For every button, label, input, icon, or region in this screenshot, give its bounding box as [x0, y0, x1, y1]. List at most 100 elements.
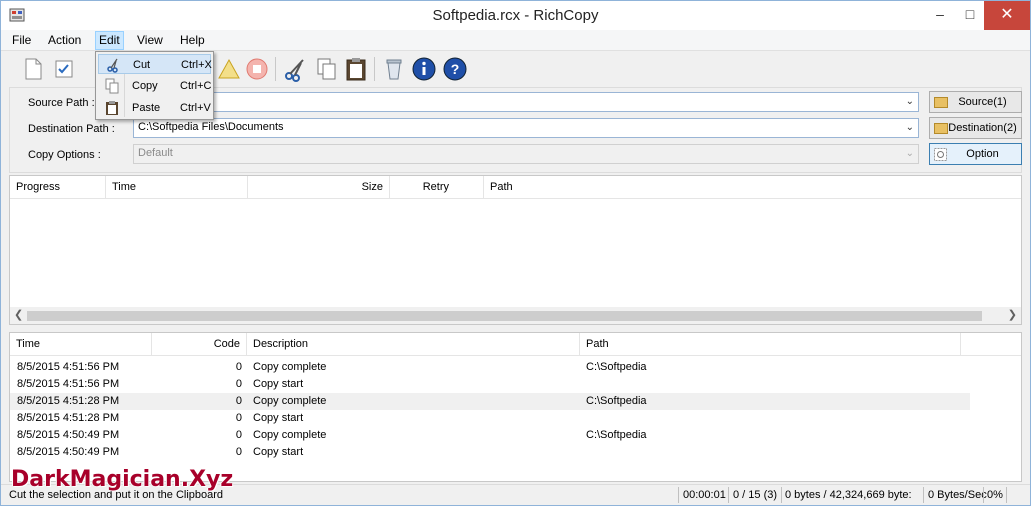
toolbar-separator — [275, 57, 276, 81]
menu-item-shortcut: Ctrl+V — [180, 102, 211, 114]
log-description: Copy complete — [253, 395, 327, 407]
folder-icon — [934, 123, 948, 134]
source-path-label: Source Path : — [28, 97, 95, 109]
table-row[interactable]: 8/5/2015 4:51:28 PM 0 Copy complete C:\Soft… — [10, 393, 970, 410]
help-icon[interactable]: ? — [441, 55, 469, 83]
table-row[interactable]: 8/5/2015 4:51:56 PM 0 Copy start — [10, 376, 970, 393]
log-code: 0 — [235, 361, 242, 373]
menu-bar: File Action Edit View Help — [1, 30, 1030, 51]
folder-icon — [934, 97, 948, 108]
log-time: 8/5/2015 4:50:49 PM — [17, 446, 120, 458]
status-divider — [678, 487, 679, 503]
menu-file[interactable]: File — [12, 33, 31, 47]
menu-action[interactable]: Action — [48, 33, 81, 47]
stop-icon[interactable] — [243, 55, 271, 83]
paste-icon — [106, 101, 118, 115]
source-path-combo[interactable]: ⌄ — [133, 92, 919, 112]
maximize-button[interactable]: □ — [955, 1, 985, 30]
paste-icon[interactable] — [342, 55, 370, 83]
destination-path-label: Destination Path : — [28, 123, 115, 135]
recycle-bin-icon[interactable] — [380, 55, 408, 83]
menu-item-paste[interactable]: Paste Ctrl+V — [98, 98, 211, 118]
copy-options-combo[interactable]: Default ⌄ — [133, 144, 919, 164]
log-code: 0 — [235, 446, 242, 458]
log-code: 0 — [235, 378, 242, 390]
warning-icon[interactable] — [215, 55, 243, 83]
cut-icon[interactable] — [281, 55, 309, 83]
column-header[interactable]: Progress — [10, 176, 106, 199]
menu-item-label: Paste — [132, 102, 161, 114]
menu-item-cut[interactable]: Cut Ctrl+X — [98, 54, 212, 74]
menu-item-shortcut: Ctrl+C — [180, 80, 212, 92]
log-time: 8/5/2015 4:51:56 PM — [17, 378, 120, 390]
scroll-left-icon[interactable]: ❮ — [14, 308, 23, 321]
log-description: Copy start — [253, 446, 304, 458]
status-percent: 0% — [987, 489, 1003, 501]
chevron-down-icon: ⌄ — [905, 148, 914, 159]
table-row[interactable]: 8/5/2015 4:51:56 PM 0 Copy complete C:\Soft… — [10, 359, 970, 376]
progress-list[interactable]: Progress Time Size Retry Path ❮ ❯ — [9, 175, 1022, 325]
open-file-icon[interactable] — [51, 55, 79, 83]
menu-edit[interactable]: Edit — [95, 31, 124, 50]
toolbar-separator — [374, 57, 375, 81]
menu-item-copy[interactable]: Copy Ctrl+C — [98, 76, 211, 96]
scroll-right-icon[interactable]: ❯ — [1008, 308, 1017, 321]
chevron-down-icon[interactable]: ⌄ — [906, 96, 914, 107]
log-code: 0 — [235, 395, 242, 407]
column-header[interactable]: Retry — [390, 176, 484, 199]
settings-icon — [934, 148, 947, 161]
status-elapsed: 00:00:01 — [683, 489, 726, 501]
status-rate: 0 Bytes/Sec — [928, 489, 987, 501]
source-button[interactable]: Source(1) — [929, 91, 1022, 113]
new-file-icon[interactable] — [19, 55, 47, 83]
close-button[interactable]: ✕ — [984, 1, 1030, 30]
log-time: 8/5/2015 4:51:28 PM — [17, 412, 120, 424]
option-button-label: Option — [966, 148, 999, 160]
log-time: 8/5/2015 4:51:56 PM — [17, 361, 120, 373]
log-time: 8/5/2015 4:50:49 PM — [17, 429, 120, 441]
watermark: DarkMagician.Xyz — [11, 467, 234, 492]
column-header[interactable]: Path — [580, 333, 961, 356]
scrollbar-thumb[interactable] — [27, 311, 982, 321]
status-divider — [923, 487, 924, 503]
app-window: Softpedia.rcx - RichCopy – □ ✕ File Acti… — [0, 0, 1031, 506]
log-code: 0 — [235, 412, 242, 424]
source-button-label: Source(1) — [958, 96, 1007, 108]
log-path: C:\Softpedia — [586, 429, 647, 441]
svg-text:?: ? — [451, 61, 460, 77]
destination-button[interactable]: Destination(2) — [929, 117, 1022, 139]
log-list[interactable]: Time Code Description Path 8/5/2015 4:51… — [9, 332, 1022, 482]
progress-list-header: Progress Time Size Retry Path — [10, 176, 1021, 199]
menu-item-label: Cut — [133, 59, 151, 71]
horizontal-scrollbar[interactable]: ❮ ❯ — [10, 307, 1021, 324]
info-icon[interactable] — [410, 55, 438, 83]
minimize-button[interactable]: – — [925, 1, 955, 30]
title-bar: Softpedia.rcx - RichCopy – □ ✕ — [1, 1, 1030, 30]
option-button[interactable]: Option — [929, 143, 1022, 165]
status-divider — [728, 487, 729, 503]
log-time: 8/5/2015 4:51:28 PM — [17, 395, 120, 407]
copy-icon[interactable] — [312, 55, 340, 83]
log-description: Copy complete — [253, 361, 327, 373]
destination-path-value: C:\Softpedia Files\Documents — [138, 121, 284, 133]
menu-item-shortcut: Ctrl+X — [181, 59, 212, 71]
column-header[interactable]: Description — [247, 333, 580, 356]
menu-view[interactable]: View — [137, 33, 163, 47]
column-header[interactable]: Time — [10, 333, 152, 356]
table-row[interactable]: 8/5/2015 4:50:49 PM 0 Copy complete C:\Soft… — [10, 427, 970, 444]
menu-help[interactable]: Help — [180, 33, 205, 47]
cut-icon — [107, 58, 118, 73]
destination-path-combo[interactable]: C:\Softpedia Files\Documents ⌄ — [133, 118, 919, 138]
column-header[interactable]: Size — [248, 176, 390, 199]
status-divider — [781, 487, 782, 503]
chevron-down-icon[interactable]: ⌄ — [906, 122, 914, 133]
status-files: 0 / 15 (3) — [733, 489, 778, 501]
column-header[interactable]: Time — [106, 176, 248, 199]
log-path: C:\Softpedia — [586, 361, 647, 373]
table-row[interactable]: 8/5/2015 4:50:49 PM 0 Copy start — [10, 444, 970, 461]
log-description: Copy start — [253, 378, 304, 390]
column-header[interactable]: Path — [484, 176, 1021, 199]
log-description: Copy start — [253, 412, 304, 424]
column-header[interactable]: Code — [152, 333, 247, 356]
table-row[interactable]: 8/5/2015 4:51:28 PM 0 Copy start — [10, 410, 970, 427]
